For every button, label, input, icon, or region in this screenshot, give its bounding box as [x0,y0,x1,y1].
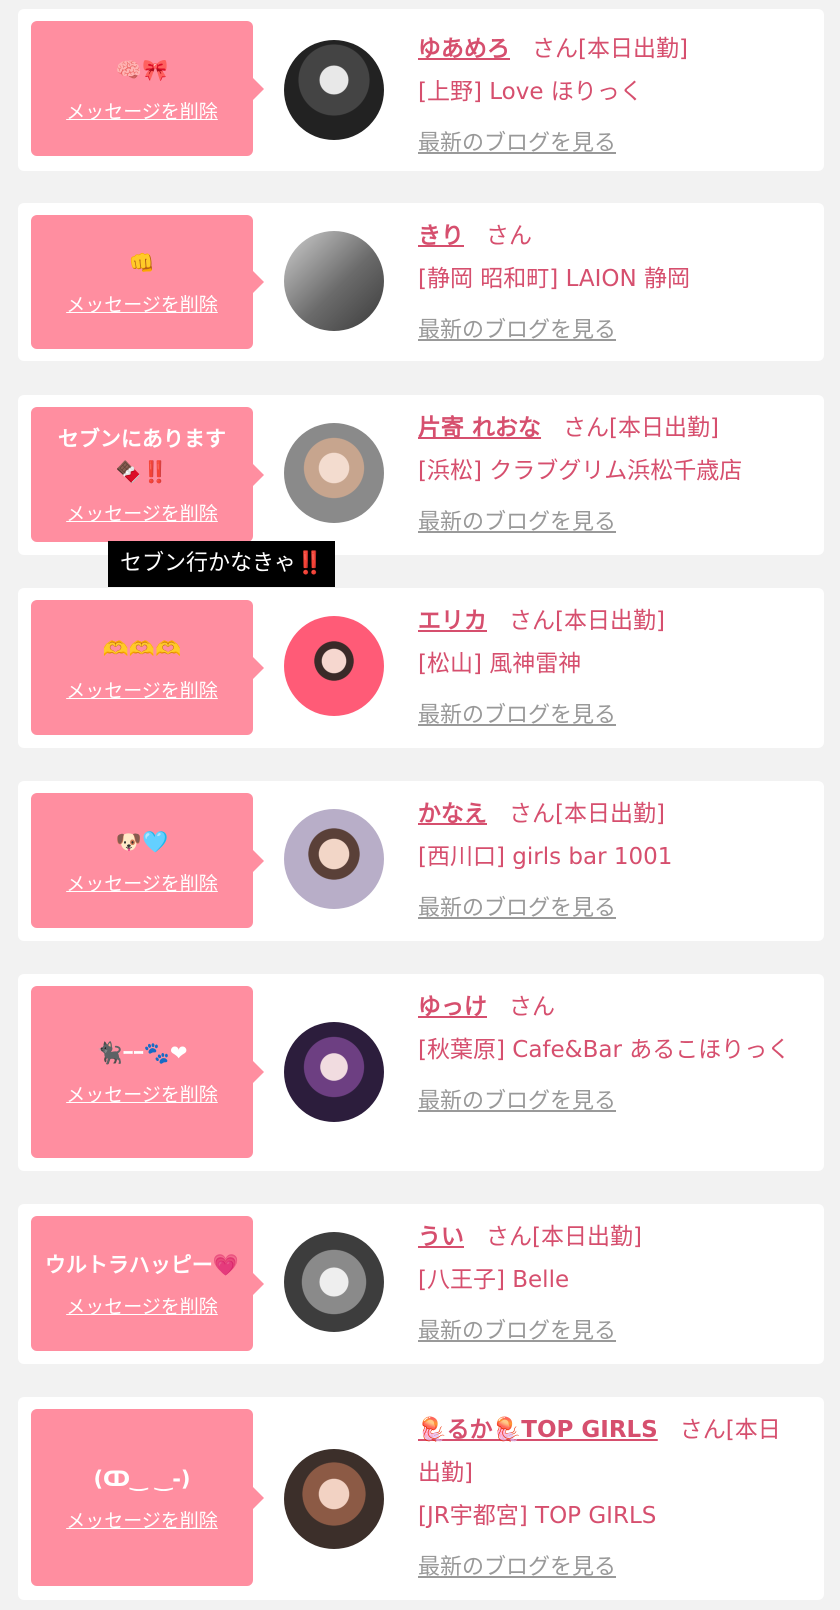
avatar[interactable] [284,231,384,331]
latest-blog-link[interactable]: 最新のブログを見る [418,1080,798,1123]
favorite-card: 🧠🎀 メッセージを削除 ゆあめろ さん[本日出勤] [上野] Love ほりっく最新のブ… [18,9,824,171]
shop-text: [松山] 風神雷神 [418,651,582,677]
cast-info: 🪼るか🪼TOP GIRLS さん[本日出勤] [JR宇都宮] TOP GIRLS 最新… [418,1409,798,1589]
latest-blog-link[interactable]: 最新のブログを見る [418,887,798,930]
favorite-card: 🐶🩵 メッセージを削除 かなえ さん[本日出勤] [西川口] girls bar 100… [18,781,824,941]
avatar[interactable] [284,1232,384,1332]
shop-text: [秋葉原] Cafe&Bar あるこほりっく [418,1037,791,1063]
name-line: ゆあめろ さん[本日出勤] [418,28,798,71]
shop-text: [八王子] Belle [418,1267,570,1293]
latest-blog-link[interactable]: 最新のブログを見る [418,501,798,544]
shop-text: [JR宇都宮] TOP GIRLS [418,1503,657,1529]
message-text: 🐈‍⬛ｰｰ🐾❤ [96,1041,188,1065]
favorites-list: 🧠🎀 メッセージを削除 ゆあめろ さん[本日出勤] [上野] Love ほりっく 最新のブ… [0,0,840,1610]
latest-blog-link[interactable]: 最新のブログを見る [418,1310,798,1353]
name-line: 🪼るか🪼TOP GIRLS さん[本日出勤] [418,1409,798,1495]
shop-text: [西川口] girls bar 1001 [418,844,673,870]
cast-name-link[interactable]: 🪼るか🪼TOP GIRLS [418,1417,658,1443]
status-suffix: さん[本日出勤] [532,36,688,62]
delete-message-link[interactable]: メッセージを削除 [66,1080,218,1107]
message-text: セブンにあります🍫‼️ [58,427,226,484]
latest-blog-link[interactable]: 最新のブログを見る [418,694,798,737]
shop-text: [浜松] クラブグリム浜松千歳店 [418,458,743,484]
latest-blog-link[interactable]: 最新のブログを見る [418,309,798,352]
message-bubble: 🧠🎀 メッセージを削除 [31,21,264,156]
status-suffix: さん[本日出勤] [509,801,665,827]
message-text: 👊 [128,251,156,275]
name-line: エリカ さん[本日出勤] [418,600,798,643]
favorite-card: セブンにあります🍫‼️ メッセージを削除 片寄 れおな さん[本日出勤] [浜松] クラ… [18,395,824,555]
delete-message-link[interactable]: メッセージを削除 [66,97,218,124]
message-bubble: ウルトラハッピー💗 メッセージを削除 [31,1216,264,1351]
status-suffix: さん[本日出勤] [486,1224,642,1250]
delete-message-link[interactable]: メッセージを削除 [66,869,218,896]
message-text: 🫶🫶🫶 [102,636,182,661]
cast-info: エリカ さん[本日出勤] [松山] 風神雷神最新のブログを見る [418,600,798,737]
cast-info: 片寄 れおな さん[本日出勤] [浜松] クラブグリム浜松千歳店最新のブログを見る [418,407,798,544]
delete-message-link[interactable]: メッセージを削除 [66,1292,218,1319]
avatar[interactable] [284,40,384,140]
avatar[interactable] [284,423,384,523]
cast-name-link[interactable]: 片寄 れおな [418,415,541,441]
name-line: 片寄 れおな さん[本日出勤] [418,407,798,450]
avatar[interactable] [284,809,384,909]
message-text: 🐶🩵 [115,829,169,854]
avatar[interactable] [284,1449,384,1549]
message-bubble: (ↀ‿ ‿-) メッセージを削除 [31,1409,264,1586]
cast-name-link[interactable]: かなえ [418,801,487,827]
delete-message-link[interactable]: メッセージを削除 [66,290,218,317]
delete-message-link[interactable]: メッセージを削除 [66,676,218,703]
favorite-card: ウルトラハッピー💗 メッセージを削除 うい さん[本日出勤] [八王子] Belle 最新… [18,1204,824,1364]
cast-name-link[interactable]: ゆっけ [418,994,487,1020]
message-bubble: 🐶🩵 メッセージを削除 [31,793,264,928]
favorite-card: 🐈‍⬛ｰｰ🐾❤ メッセージを削除 ゆっけ さん [秋葉原] Cafe&Bar あるこほり… [18,974,824,1171]
message-bubble: セブンにあります🍫‼️ メッセージを削除 [31,407,264,542]
cast-info: きり さん [静岡 昭和町] LAION 静岡最新のブログを見る [418,215,798,352]
name-line: きり さん [418,215,798,258]
message-bubble: 🫶🫶🫶 メッセージを削除 [31,600,264,735]
cast-info: かなえ さん[本日出勤] [西川口] girls bar 1001 最新のブログを見る [418,793,798,930]
message-text: (ↀ‿ ‿-) [93,1466,191,1491]
avatar[interactable] [284,616,384,716]
message-tooltip: セブン行かなきゃ‼️ [108,541,336,587]
cast-name-link[interactable]: うい [418,1224,464,1250]
name-line: うい さん[本日出勤] [418,1216,798,1259]
status-suffix: さん[本日出勤] [509,608,665,634]
delete-message-link[interactable]: メッセージを削除 [66,499,218,526]
latest-blog-link[interactable]: 最新のブログを見る [418,1546,798,1589]
latest-blog-link[interactable]: 最新のブログを見る [418,122,798,165]
cast-name-link[interactable]: きり [418,223,464,249]
message-bubble: 🐈‍⬛ｰｰ🐾❤ メッセージを削除 [31,986,264,1158]
status-suffix: さん [486,223,532,249]
status-suffix: さん [509,994,555,1020]
shop-text: [上野] Love ほりっく [418,79,643,105]
favorite-card: (ↀ‿ ‿-) メッセージを削除 🪼るか🪼TOP GIRLS さん[本日出勤] [JR宇… [18,1397,824,1600]
message-text: ウルトラハッピー💗 [45,1252,239,1277]
status-suffix: さん[本日出勤] [563,415,719,441]
name-line: かなえ さん[本日出勤] [418,793,798,836]
favorite-card: 👊 メッセージを削除 きり さん [静岡 昭和町] LAION 静岡最新のブログを見る [18,203,824,361]
delete-message-link[interactable]: メッセージを削除 [66,1506,218,1533]
name-line: ゆっけ さん [418,986,798,1029]
cast-info: ゆあめろ さん[本日出勤] [上野] Love ほりっく最新のブログを見る [418,28,798,165]
cast-info: ゆっけ さん [秋葉原] Cafe&Bar あるこほりっく最新のブログを見る [418,986,798,1123]
cast-name-link[interactable]: ゆあめろ [418,36,510,62]
avatar[interactable] [284,1022,384,1122]
cast-info: うい さん[本日出勤] [八王子] Belle 最新のブログを見る [418,1216,798,1353]
shop-text: [静岡 昭和町] LAION 静岡 [418,266,691,292]
cast-name-link[interactable]: エリカ [418,608,487,634]
message-bubble: 👊 メッセージを削除 [31,215,264,349]
favorite-card: 🫶🫶🫶 メッセージを削除 エリカ さん[本日出勤] [松山] 風神雷神最新のブログを見る [18,588,824,748]
message-text: 🧠🎀 [115,57,169,82]
